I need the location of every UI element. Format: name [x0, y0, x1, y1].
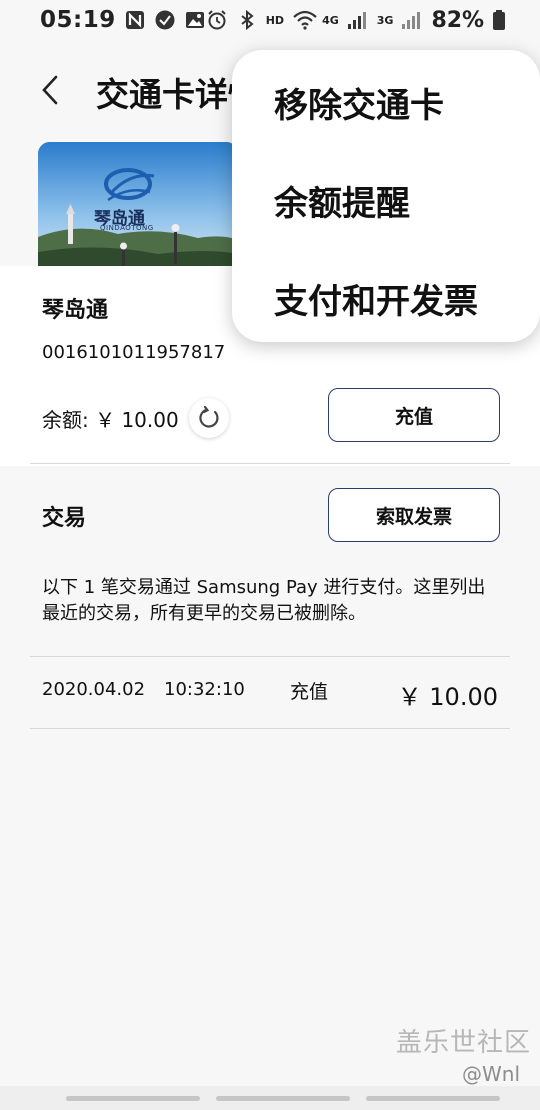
chevron-left-icon [42, 75, 58, 105]
watermark-author: @Wnl [462, 1062, 521, 1086]
nav-home-button[interactable] [216, 1096, 350, 1101]
nav-back-button[interactable] [366, 1096, 500, 1101]
nav-recents-button[interactable] [66, 1096, 200, 1101]
menu-item-remove-card[interactable]: 移除交通卡 [274, 78, 444, 127]
signal-2-icon [401, 9, 423, 31]
transaction-time: 10:32:10 [164, 679, 245, 700]
navigation-bar [0, 1086, 540, 1110]
network-4g-indicator: 4G [322, 13, 339, 27]
status-bar: 05:19 HD 4G 3G 82% [0, 0, 540, 40]
divider [30, 463, 510, 464]
wifi-icon [292, 9, 317, 31]
transaction-date: 2020.04.02 [42, 679, 146, 700]
recharge-button[interactable]: 充值 [328, 388, 500, 442]
sync-check-icon [154, 9, 176, 31]
back-button[interactable] [32, 72, 68, 108]
transaction-type: 充值 [290, 681, 329, 703]
status-left: 05:19 [40, 7, 206, 33]
status-time: 05:19 [40, 7, 116, 33]
refresh-balance-button[interactable] [188, 398, 229, 438]
balance-row: 余额: ￥ 10.00 [42, 398, 229, 438]
overflow-menu: 移除交通卡 余额提醒 支付和开发票 [232, 50, 540, 342]
alarm-icon [206, 9, 228, 31]
bluetooth-icon [236, 9, 258, 31]
battery-percent: 82% [431, 7, 485, 33]
transaction-amount: ￥ 10.00 [397, 683, 498, 711]
table-row[interactable]: 2020.04.02 10:32:10 充值 ￥ 10.00 [0, 657, 540, 729]
request-invoice-button[interactable]: 索取发票 [328, 488, 500, 542]
card-number: 0016101011957817 [42, 342, 226, 363]
watermark-text: 盖乐世社区 [396, 1028, 532, 1058]
hd-indicator: HD [265, 13, 285, 27]
transit-card-image[interactable]: 琴岛通 QINDAOTONG [38, 142, 238, 272]
n-app-icon [124, 9, 146, 31]
menu-item-balance-reminder[interactable]: 余额提醒 [274, 176, 410, 225]
card-logo-subtext: QINDAOTONG [100, 224, 154, 232]
card-name: 琴岛通 [42, 298, 109, 323]
balance-label: 余额: ￥ 10.00 [42, 407, 179, 432]
transactions-notice: 以下 1 笔交易通过 Samsung Pay 进行支付。这里列出最近的交易，所有… [42, 577, 486, 624]
menu-item-payment-invoice[interactable]: 支付和开发票 [274, 274, 478, 323]
refresh-icon [199, 406, 219, 428]
image-icon [184, 9, 206, 31]
network-3g-indicator: 3G [376, 13, 394, 27]
signal-icon [347, 9, 369, 31]
transactions-title: 交易 [42, 506, 87, 531]
battery-icon [492, 9, 514, 31]
status-right: HD 4G 3G 82% [206, 8, 514, 33]
divider [30, 728, 510, 729]
